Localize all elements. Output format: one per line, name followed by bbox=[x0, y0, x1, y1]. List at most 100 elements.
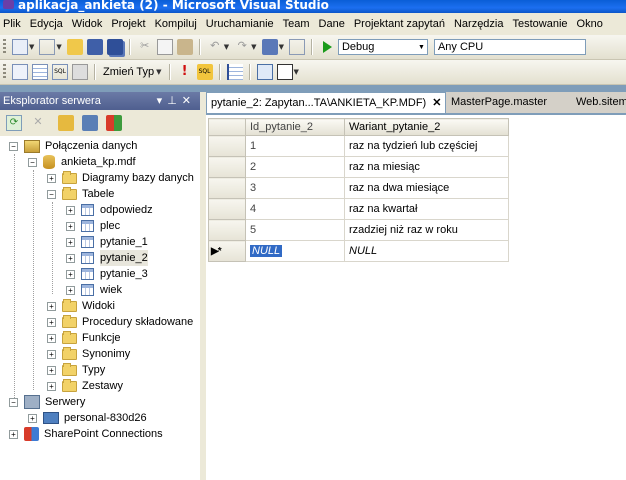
chevron-down-icon[interactable]: ▼ bbox=[279, 43, 284, 51]
menu-kompiluj[interactable]: Kompiluj bbox=[152, 18, 203, 30]
show-diagram-pane-icon[interactable] bbox=[12, 64, 28, 80]
tree-node-servers[interactable]: − Serwery bbox=[9, 394, 85, 410]
column-header-id[interactable]: Id_pytanie_2 bbox=[245, 118, 345, 136]
row-selector[interactable] bbox=[208, 135, 246, 157]
group-by-icon[interactable] bbox=[226, 64, 243, 80]
expand-icon[interactable]: + bbox=[66, 285, 75, 295]
start-debugging-icon[interactable] bbox=[322, 41, 332, 53]
execute-sql-icon[interactable]: ! bbox=[177, 64, 193, 80]
solution-platform-select[interactable]: Any CPU bbox=[433, 39, 586, 55]
tree-node-synonyms[interactable]: + Synonimy bbox=[47, 346, 130, 362]
row-selector[interactable] bbox=[208, 198, 246, 220]
expand-icon[interactable]: + bbox=[47, 317, 56, 327]
expand-icon[interactable]: + bbox=[66, 205, 75, 215]
tab-web-sitemap[interactable]: Web.sitemap bbox=[572, 92, 626, 113]
tree-node-types[interactable]: + Typy bbox=[47, 362, 105, 378]
menu-dane[interactable]: Dane bbox=[316, 18, 351, 30]
menu-narzedzia[interactable]: Narzędzia bbox=[451, 18, 510, 30]
tree-node-table-plec[interactable]: + plec bbox=[66, 218, 120, 234]
row-selector[interactable] bbox=[208, 156, 246, 178]
navigate-forward-icon[interactable] bbox=[288, 39, 305, 55]
expand-icon[interactable]: + bbox=[47, 381, 56, 391]
pin-icon[interactable]: ⊥ bbox=[167, 95, 182, 107]
collapse-icon[interactable]: − bbox=[9, 141, 18, 151]
tree-node-sets[interactable]: + Zestawy bbox=[47, 378, 123, 394]
expand-icon[interactable]: + bbox=[9, 429, 18, 439]
cell-id[interactable]: 4 bbox=[245, 198, 345, 220]
cell-id[interactable]: 3 bbox=[245, 177, 345, 199]
cell-wariant[interactable]: raz na miesiąc bbox=[344, 156, 509, 178]
expand-icon[interactable]: + bbox=[47, 365, 56, 375]
cell-id[interactable]: 2 bbox=[245, 156, 345, 178]
expand-icon[interactable]: + bbox=[28, 413, 37, 423]
new-project-icon[interactable] bbox=[12, 39, 28, 55]
toolbar-grip[interactable] bbox=[3, 39, 6, 55]
save-icon[interactable] bbox=[86, 39, 103, 55]
show-sql-pane-icon[interactable]: SQL bbox=[52, 64, 68, 80]
show-criteria-pane-icon[interactable] bbox=[32, 64, 48, 80]
chevron-down-icon[interactable]: ▼ bbox=[56, 43, 61, 51]
tree-node-views[interactable]: + Widoki bbox=[47, 298, 115, 314]
table-row[interactable]: 3 raz na dwa miesiące bbox=[208, 177, 509, 199]
expand-icon[interactable]: + bbox=[66, 237, 75, 247]
add-table-icon[interactable] bbox=[256, 64, 273, 80]
table-row[interactable]: 2 raz na miesiąc bbox=[208, 156, 509, 178]
chevron-down-icon[interactable]: ▼ bbox=[156, 68, 161, 76]
expand-icon[interactable]: + bbox=[47, 349, 56, 359]
close-icon[interactable]: ✕ bbox=[432, 97, 441, 109]
table-row[interactable]: 4 raz na kwartał bbox=[208, 198, 509, 220]
chevron-down-icon[interactable]: ▼ bbox=[224, 43, 229, 51]
stop-refresh-icon[interactable]: ✕ bbox=[30, 115, 46, 131]
menu-uruchamianie[interactable]: Uruchamianie bbox=[203, 18, 280, 30]
tree-node-table-pytanie-3[interactable]: + pytanie_3 bbox=[66, 266, 148, 282]
cut-icon[interactable]: ✂ bbox=[137, 39, 153, 55]
new-row[interactable]: ▶* NULL NULL bbox=[208, 240, 509, 262]
save-all-icon[interactable] bbox=[106, 39, 123, 55]
tree-node-data-connections[interactable]: − Połączenia danych bbox=[9, 138, 137, 154]
open-folder-icon[interactable] bbox=[66, 39, 83, 55]
menu-widok[interactable]: Widok bbox=[69, 18, 109, 30]
cell-wariant[interactable]: raz na dwa miesiące bbox=[344, 177, 509, 199]
tree-node-table-pytanie-2[interactable]: + pytanie_2 bbox=[66, 250, 148, 266]
navigate-back-icon[interactable] bbox=[261, 39, 278, 55]
menu-okno[interactable]: Okno bbox=[574, 18, 609, 30]
collapse-icon[interactable]: − bbox=[28, 157, 37, 167]
connect-to-server-icon[interactable] bbox=[82, 115, 98, 131]
tree-node-procedures[interactable]: + Procedury składowane bbox=[47, 314, 193, 330]
cell-wariant[interactable]: rzadziej niż raz w roku bbox=[344, 219, 509, 241]
close-icon[interactable]: ✕ bbox=[182, 95, 196, 107]
add-item-icon[interactable] bbox=[39, 39, 56, 55]
window-position-icon[interactable]: ▾ bbox=[157, 95, 168, 107]
collapse-icon[interactable]: − bbox=[9, 397, 18, 407]
undo-icon[interactable]: ↶ bbox=[207, 39, 223, 55]
toolbar-grip[interactable] bbox=[3, 64, 6, 80]
tree-node-table-wiek[interactable]: + wiek bbox=[66, 282, 122, 298]
expand-icon[interactable]: + bbox=[66, 253, 75, 263]
solution-configuration-select[interactable]: Debug ▼ bbox=[337, 39, 428, 55]
row-selector[interactable] bbox=[208, 219, 246, 241]
connect-to-database-icon[interactable] bbox=[58, 115, 74, 131]
expand-icon[interactable]: + bbox=[47, 333, 56, 343]
cell-id[interactable]: 5 bbox=[245, 219, 345, 241]
expand-icon[interactable]: + bbox=[66, 221, 75, 231]
add-derived-table-icon[interactable] bbox=[276, 64, 293, 80]
redo-icon[interactable]: ↷ bbox=[234, 39, 250, 55]
tree-node-server-personal[interactable]: + personal-830d26 bbox=[28, 410, 147, 426]
expand-icon[interactable]: + bbox=[66, 269, 75, 279]
tree-node-diagrams[interactable]: + Diagramy bazy danych bbox=[47, 170, 194, 186]
tab-pytanie-2-query[interactable]: pytanie_2: Zapytan...TA\ANKIETA_KP.MDF) ✕ bbox=[206, 92, 446, 113]
cell-id[interactable]: 1 bbox=[245, 135, 345, 157]
menu-edycja[interactable]: Edycja bbox=[27, 18, 69, 30]
refresh-icon[interactable]: ⟳ bbox=[6, 115, 22, 131]
menu-plik[interactable]: Plik bbox=[0, 18, 27, 30]
paste-icon[interactable] bbox=[176, 39, 193, 55]
cell-id-new[interactable]: NULL bbox=[245, 240, 345, 262]
tree-node-database[interactable]: − ankieta_kp.mdf bbox=[28, 154, 136, 170]
expand-icon[interactable]: + bbox=[47, 301, 56, 311]
menu-projekt[interactable]: Projekt bbox=[108, 18, 151, 30]
cell-wariant[interactable]: raz na kwartał bbox=[344, 198, 509, 220]
table-row[interactable]: 5 rzadziej niż raz w roku bbox=[208, 219, 509, 241]
table-row[interactable]: 1 raz na tydzień lub częściej bbox=[208, 135, 509, 157]
connect-to-sharepoint-icon[interactable] bbox=[106, 115, 122, 131]
show-results-pane-icon[interactable] bbox=[72, 64, 88, 80]
